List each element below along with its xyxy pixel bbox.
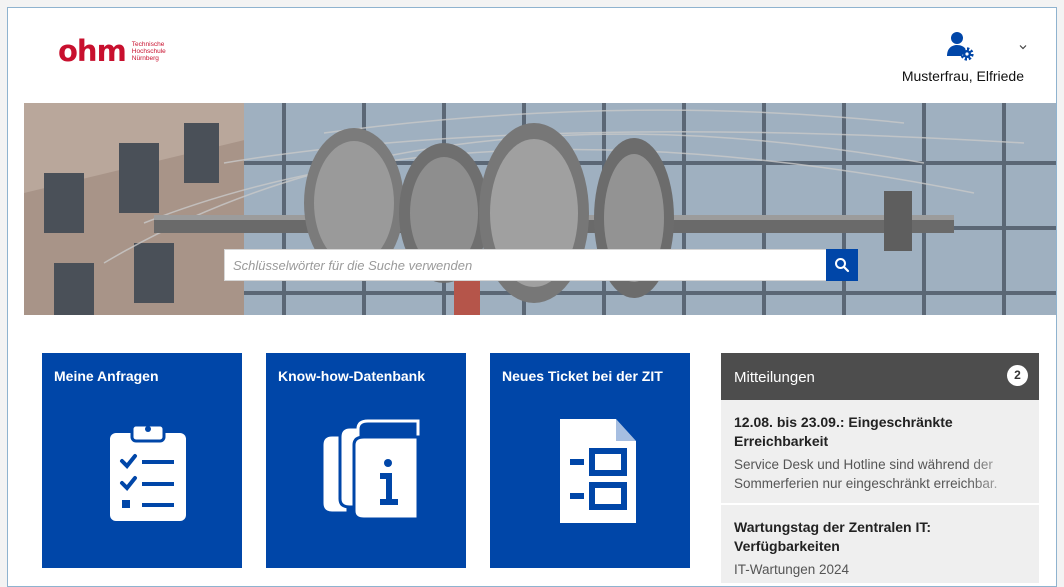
messages-title: Mitteilungen — [734, 369, 815, 386]
messages-count-badge: 2 — [1007, 365, 1028, 386]
clipboard-checklist-icon — [110, 423, 186, 521]
logo[interactable]: ohm Technische Hochschule Nürnberg — [58, 36, 166, 66]
messages-panel: Mitteilungen 2 12.08. bis 23.09.: Einges… — [721, 353, 1039, 583]
logo-subtitle: Technische Hochschule Nürnberg — [132, 41, 166, 62]
tile-meine-anfragen[interactable]: Meine Anfragen — [42, 353, 242, 568]
message-body: Service Desk und Hotline sind während de… — [734, 455, 1026, 493]
search-button[interactable] — [826, 249, 858, 281]
hero-image — [24, 103, 1056, 315]
tile-title: Know-how-Datenbank — [278, 368, 425, 384]
message-item[interactable]: 12.08. bis 23.09.: Eingeschränkte Erreic… — [721, 400, 1039, 505]
tile-title: Neues Ticket bei der ZIT — [502, 368, 663, 384]
search-icon — [835, 258, 850, 273]
messages-header: Mitteilungen 2 — [721, 353, 1039, 400]
chevron-down-icon[interactable] — [1018, 42, 1028, 52]
tile-title: Meine Anfragen — [54, 368, 159, 384]
document-form-icon — [560, 419, 636, 523]
header: ohm Technische Hochschule Nürnberg Muste… — [8, 8, 1056, 103]
message-title: Wartungstag der Zentralen IT: Verfügbark… — [734, 519, 932, 554]
search-bar — [224, 249, 858, 281]
user-menu[interactable]: Musterfrau, Elfriede — [876, 30, 1036, 90]
page-frame: ohm Technische Hochschule Nürnberg Muste… — [7, 7, 1057, 587]
tile-neues-ticket[interactable]: Neues Ticket bei der ZIT — [490, 353, 690, 568]
tile-know-how-datenbank[interactable]: Know-how-Datenbank — [266, 353, 466, 568]
message-body: IT-Wartungen 2024 — [734, 562, 850, 577]
logo-sub-line: Technische — [131, 41, 165, 48]
user-gear-icon — [947, 32, 974, 61]
logo-sub-line: Nürnberg — [131, 55, 159, 62]
message-title: 12.08. bis 23.09.: Eingeschränkte Erreic… — [734, 414, 953, 449]
search-input[interactable] — [225, 250, 826, 280]
message-body-text: Service Desk und Hotline sind während de… — [734, 457, 998, 491]
hero-banner — [24, 103, 1056, 315]
logo-wordmark: ohm — [58, 34, 127, 68]
logo-sub-line: Hochschule — [131, 48, 166, 55]
message-item[interactable]: Wartungstag der Zentralen IT: Verfügbark… — [721, 505, 1039, 586]
user-name: Musterfrau, Elfriede — [901, 68, 1024, 84]
books-info-icon — [320, 419, 420, 521]
